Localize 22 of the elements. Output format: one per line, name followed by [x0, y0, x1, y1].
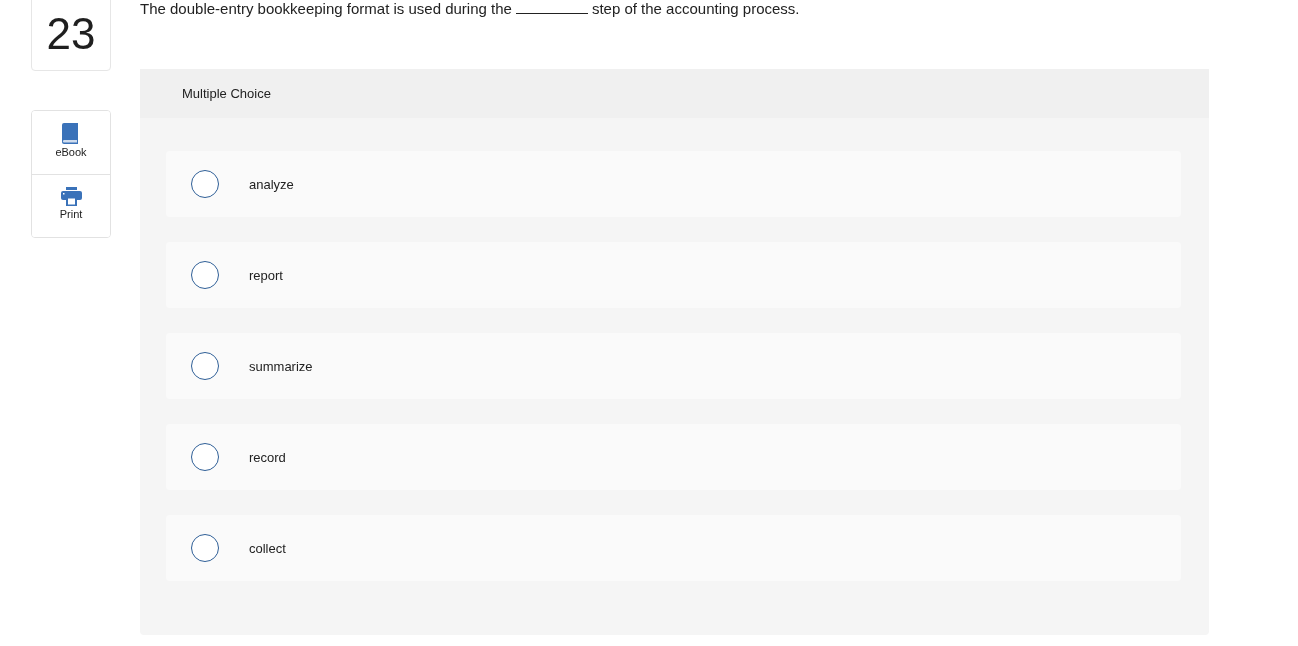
radio-button[interactable]	[191, 352, 219, 380]
answer-option[interactable]: report	[166, 242, 1181, 308]
answer-option[interactable]: analyze	[166, 151, 1181, 217]
printer-icon	[60, 187, 82, 206]
question-text: step of the accounting process.	[591, 0, 800, 17]
question-text: The double-entry bookkeeping format is used during the	[140, 0, 512, 17]
option-label: record	[249, 449, 286, 465]
option-label: analyze	[249, 176, 294, 192]
answer-option[interactable]: record	[166, 424, 1181, 490]
radio-button[interactable]	[191, 443, 219, 471]
answer-option[interactable]: summarize	[166, 333, 1181, 399]
option-label: summarize	[249, 358, 313, 374]
radio-button[interactable]	[191, 261, 219, 289]
option-label: report	[249, 267, 283, 283]
radio-button[interactable]	[191, 534, 219, 562]
question-number: 23	[31, 0, 111, 71]
radio-button[interactable]	[191, 170, 219, 198]
question-type-label: Multiple Choice	[182, 86, 271, 101]
answer-option[interactable]: collect	[166, 515, 1181, 581]
option-label: collect	[249, 540, 286, 556]
book-icon	[62, 123, 80, 144]
print-button[interactable]: Print	[32, 174, 110, 237]
